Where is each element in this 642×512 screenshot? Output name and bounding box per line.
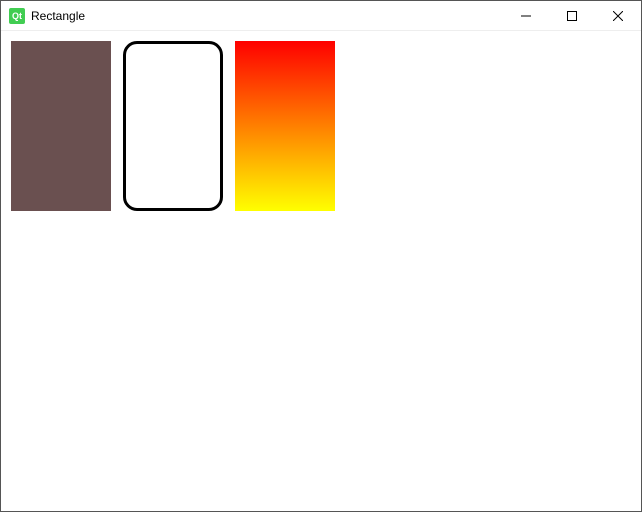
- qt-icon: Qt: [9, 8, 25, 24]
- maximize-button[interactable]: [549, 1, 595, 30]
- qt-icon-label: Qt: [12, 11, 22, 21]
- client-area: [1, 31, 641, 511]
- rect-gradient: [235, 41, 335, 211]
- close-button[interactable]: [595, 1, 641, 30]
- rect-outlined: [123, 41, 223, 211]
- window-title: Rectangle: [31, 9, 85, 23]
- app-window: Qt Rectangle: [0, 0, 642, 512]
- maximize-icon: [567, 11, 577, 21]
- minimize-icon: [521, 11, 531, 21]
- minimize-button[interactable]: [503, 1, 549, 30]
- window-controls: [503, 1, 641, 30]
- title-left: Qt Rectangle: [9, 8, 85, 24]
- titlebar: Qt Rectangle: [1, 1, 641, 31]
- rect-solid: [11, 41, 111, 211]
- close-icon: [613, 11, 623, 21]
